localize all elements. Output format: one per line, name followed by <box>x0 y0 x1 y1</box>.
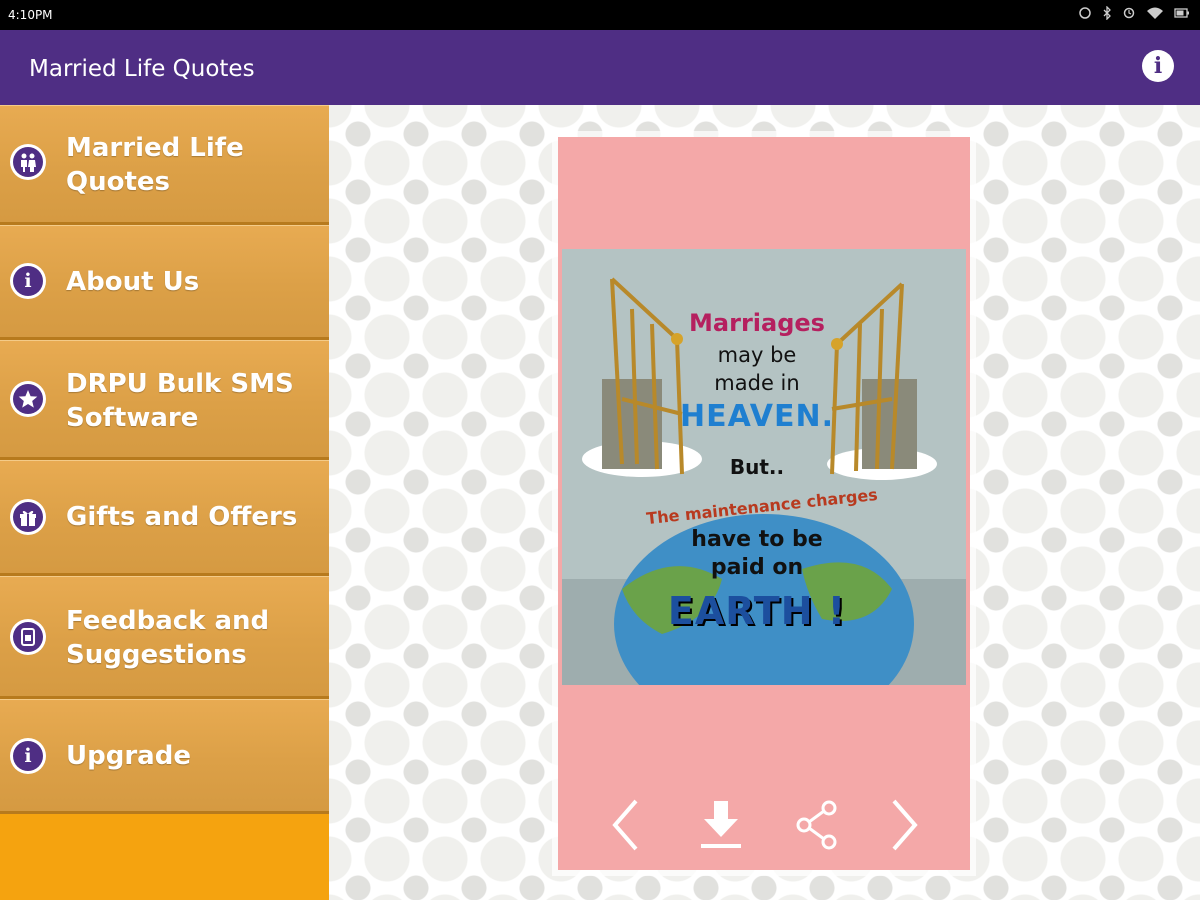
navigation-drawer: Married Life Quotes i About Us DRPU Bulk… <box>0 105 329 900</box>
drawer-item-label: Married Life Quotes <box>66 133 244 197</box>
quote-line-3: made in <box>714 371 800 395</box>
drawer-item-upgrade[interactable]: i Upgrade <box>0 699 329 814</box>
drawer-item-label: DRPU Bulk SMS Software <box>66 369 294 433</box>
share-button[interactable] <box>792 797 842 853</box>
bluetooth-icon <box>1103 6 1111 20</box>
drawer-item-married-life-quotes[interactable]: Married Life Quotes <box>0 105 329 225</box>
info-icon: i <box>10 738 46 774</box>
quote-image: Marriages may be made in HEAVEN. But.. T… <box>562 249 966 685</box>
drawer-item-about-us[interactable]: i About Us <box>0 225 329 340</box>
status-icons <box>1078 6 1190 20</box>
content-area: Marriages may be made in HEAVEN. But.. T… <box>329 105 1200 900</box>
drawer-item-label: Feedback and Suggestions <box>66 606 270 670</box>
previous-button[interactable] <box>600 797 650 853</box>
quote-card: Marriages may be made in HEAVEN. But.. T… <box>558 137 970 870</box>
download-button[interactable] <box>696 797 746 853</box>
sync-icon <box>1079 7 1091 19</box>
app-title: Married Life Quotes <box>29 56 255 82</box>
gift-icon <box>10 499 46 535</box>
quote-line-4: HEAVEN. <box>680 399 834 434</box>
quote-line-7: have to be <box>691 527 823 552</box>
drawer-item-label: Upgrade <box>66 741 191 771</box>
couple-icon <box>10 144 46 180</box>
drawer-item-feedback-and-suggestions[interactable]: Feedback and Suggestions <box>0 576 329 699</box>
quote-controls <box>558 797 970 857</box>
star-icon <box>10 381 46 417</box>
download-icon <box>701 801 741 848</box>
info-icon: i <box>10 263 46 299</box>
next-icon <box>892 799 918 851</box>
quote-line-1: Marriages <box>689 309 825 337</box>
quote-line-9: EARTH ! <box>667 589 847 633</box>
drawer-item-label: About Us <box>66 267 200 297</box>
quote-line-8: paid on <box>710 555 804 580</box>
feedback-icon <box>10 619 46 655</box>
info-button[interactable]: i <box>1142 50 1174 82</box>
quote-line-5: But.. <box>729 455 785 479</box>
share-icon <box>796 800 837 850</box>
previous-icon <box>612 799 638 851</box>
status-time: 4:10PM <box>8 8 53 22</box>
next-button[interactable] <box>880 797 930 853</box>
info-icon: i <box>1153 53 1163 79</box>
quote-line-2: may be <box>717 343 797 367</box>
drawer-item-drpu-bulk-sms[interactable]: DRPU Bulk SMS Software <box>0 340 329 460</box>
drawer-item-gifts-and-offers[interactable]: Gifts and Offers <box>0 460 329 576</box>
app-bar: Married Life Quotes i <box>0 30 1200 105</box>
wifi-icon <box>1147 7 1163 19</box>
alarm-icon <box>1123 7 1135 19</box>
drawer-item-label: Gifts and Offers <box>66 502 298 532</box>
status-bar: 4:10PM <box>0 0 1200 30</box>
battery-icon <box>1174 8 1189 18</box>
